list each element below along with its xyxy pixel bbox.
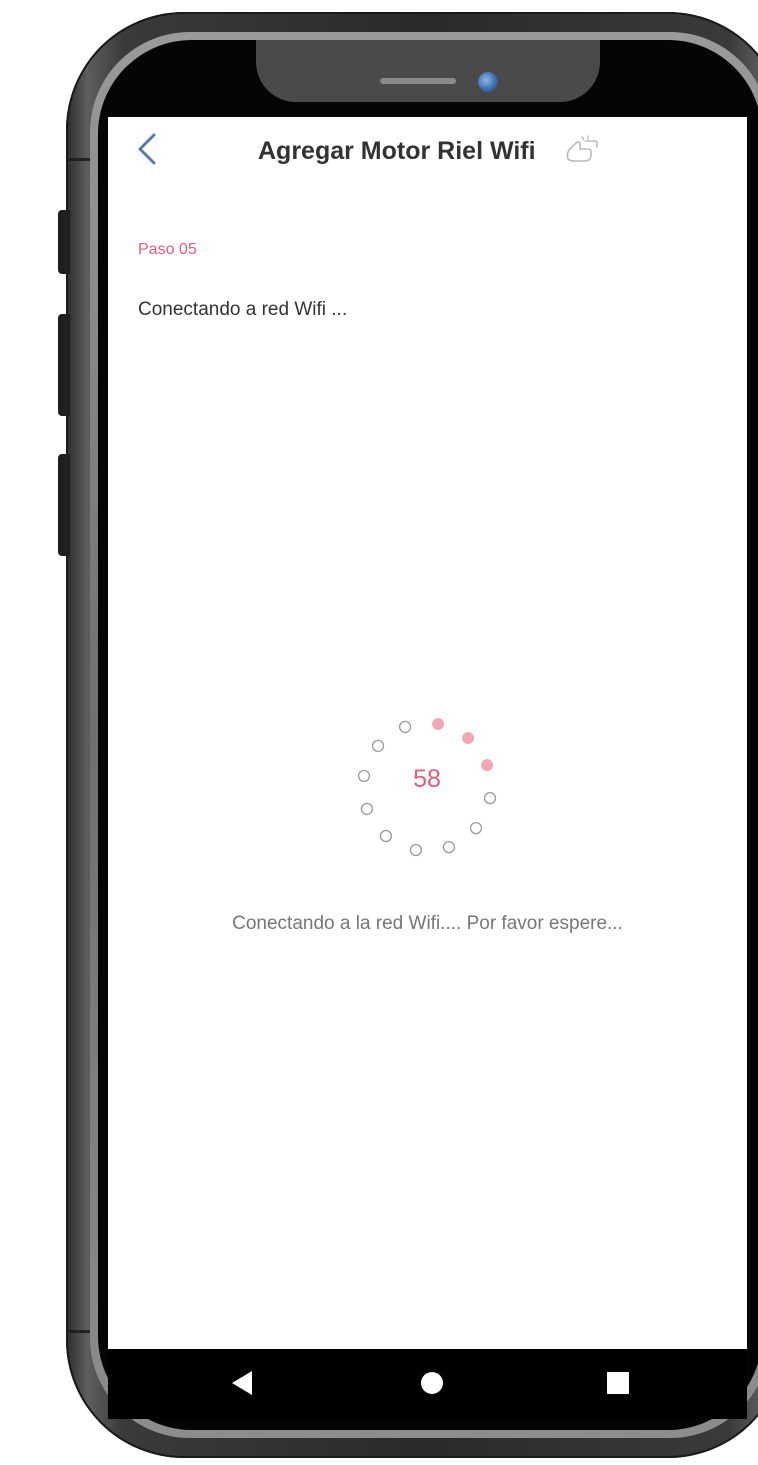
volume-down-button xyxy=(58,454,70,556)
nav-recents-button[interactable] xyxy=(596,1361,640,1405)
spinner-dot xyxy=(379,829,393,843)
front-camera xyxy=(478,72,498,92)
chevron-left-icon xyxy=(138,133,156,165)
spinner-dot-active xyxy=(462,732,475,744)
speaker xyxy=(380,78,456,84)
spinner-dot-active xyxy=(432,718,445,730)
status-message: Conectando a la red Wifi.... Por favor e… xyxy=(232,913,623,934)
nav-home-button[interactable] xyxy=(410,1361,454,1405)
nav-back-button[interactable] xyxy=(220,1361,264,1405)
help-button[interactable] xyxy=(564,135,600,165)
spinner-dot xyxy=(360,802,374,816)
countdown-value: 58 xyxy=(413,765,441,793)
spinner-dot xyxy=(371,739,385,753)
frame-line xyxy=(66,1330,90,1333)
page-title: Agregar Motor Riel Wifi xyxy=(258,137,536,165)
app-screen: Agregar Motor Riel Wifi Paso 05 Conectan… xyxy=(108,117,747,1349)
volume-up-button xyxy=(58,314,70,416)
square-recents-icon xyxy=(607,1372,629,1394)
side-button xyxy=(58,210,70,274)
progress-spinner: 58 xyxy=(347,707,507,867)
back-button[interactable] xyxy=(128,129,168,169)
spinner-dot xyxy=(469,821,483,835)
notch xyxy=(256,40,600,102)
system-nav-bar xyxy=(108,1349,747,1419)
triangle-back-icon xyxy=(232,1371,252,1395)
step-label: Paso 05 xyxy=(138,241,197,258)
spinner-dot xyxy=(409,843,423,857)
circle-home-icon xyxy=(421,1372,443,1394)
spinner-dot xyxy=(398,720,412,734)
spinner-dot xyxy=(483,791,497,805)
spinner-dot xyxy=(442,840,456,854)
step-description: Conectando a red Wifi ... xyxy=(138,299,348,320)
hand-tap-icon xyxy=(566,135,598,162)
frame-line xyxy=(66,158,90,161)
